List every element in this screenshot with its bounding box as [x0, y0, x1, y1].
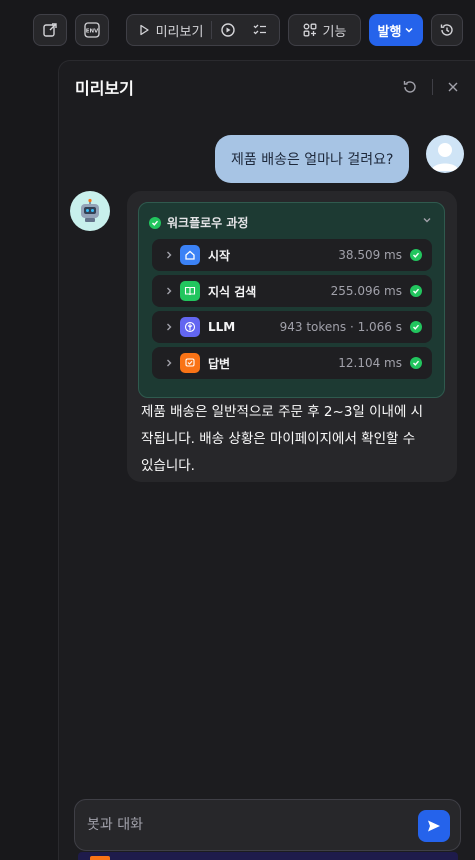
check-circle-icon: [410, 285, 422, 297]
check-circle-icon: [149, 216, 161, 229]
bot-answer-text: 제품 배송은 일반적으로 주문 후 2~3일 이내에 시 작됩니다. 배송 상황…: [141, 399, 441, 480]
answer-line: 제품 배송은 일반적으로 주문 후 2~3일 이내에 시: [141, 404, 424, 420]
workflow-step-knowledge-search[interactable]: 지식 검색 255.096 ms: [152, 275, 432, 307]
env-icon: ENV: [84, 22, 100, 38]
bot-avatar: [70, 191, 110, 231]
answer-icon: [180, 353, 200, 373]
send-icon: [428, 820, 440, 832]
preview-button[interactable]: 미리보기: [130, 15, 212, 45]
chevron-down-icon[interactable]: [422, 215, 432, 225]
chevron-right-icon: [167, 323, 172, 331]
step-metric: 38.509 ms: [338, 248, 402, 262]
tray-chip: [90, 856, 110, 860]
close-icon[interactable]: [447, 81, 459, 93]
features-label: 기능: [322, 24, 347, 40]
workflow-header[interactable]: 워크플로우 과정: [149, 214, 248, 231]
run-history-button[interactable]: [212, 15, 244, 45]
play-icon: [139, 24, 149, 36]
book-icon: [180, 281, 200, 301]
user-icon: [431, 143, 459, 171]
llm-icon: [180, 317, 200, 337]
answer-line: 있습니다.: [141, 458, 195, 474]
step-metric: 255.096 ms: [330, 284, 402, 298]
panel-title: 미리보기: [75, 79, 134, 98]
timer-play-icon: [221, 23, 236, 37]
run-tools-group: 미리보기: [126, 14, 280, 46]
divider: [432, 79, 433, 95]
step-name: 지식 검색: [208, 284, 257, 299]
env-button[interactable]: ENV: [75, 14, 109, 46]
bot-message: 워크플로우 과정 시작 38.509 ms 지식 검색 255.096 ms L…: [127, 191, 457, 482]
chevron-right-icon: [167, 359, 172, 367]
history-button[interactable]: [431, 14, 463, 46]
bottom-tray: [78, 852, 458, 860]
step-metric: 12.104 ms: [338, 356, 402, 370]
checklist-icon: [253, 24, 267, 35]
robot-icon: [81, 198, 99, 222]
workflow-process-panel: 워크플로우 과정 시작 38.509 ms 지식 검색 255.096 ms L…: [138, 202, 445, 398]
step-metric: 943 tokens · 1.066 s: [279, 320, 402, 334]
check-circle-icon: [410, 321, 422, 333]
publish-label: 발행: [377, 24, 402, 40]
open-in-new-icon-button[interactable]: [33, 14, 67, 46]
refresh-icon[interactable]: [402, 79, 418, 95]
workflow-step-start[interactable]: 시작 38.509 ms: [152, 239, 432, 271]
history-icon: [440, 24, 453, 36]
svg-text:ENV: ENV: [86, 29, 99, 35]
user-avatar: [426, 135, 464, 173]
features-button[interactable]: 기능: [288, 14, 361, 46]
workflow-step-llm[interactable]: LLM 943 tokens · 1.066 s: [152, 311, 432, 343]
step-name: 시작: [208, 248, 231, 263]
chevron-down-icon: [405, 27, 413, 33]
chevron-right-icon: [167, 287, 172, 295]
user-message: 제품 배송은 얼마나 걸려요?: [215, 135, 410, 183]
chat-input-box: [74, 799, 461, 851]
chevron-right-icon: [167, 251, 172, 259]
workflow-step-answer[interactable]: 답변 12.104 ms: [152, 347, 432, 379]
open-in-new-icon: [43, 23, 57, 37]
canvas-area: [0, 60, 58, 860]
answer-line: 작됩니다. 배송 상황은 마이페이지에서 확인할 수: [141, 431, 416, 447]
publish-button[interactable]: 발행: [369, 14, 423, 46]
chat-input[interactable]: [87, 800, 407, 850]
check-circle-icon: [410, 357, 422, 369]
check-circle-icon: [410, 249, 422, 261]
top-toolbar: ENV 미리보기 기능 발행: [0, 0, 475, 60]
workflow-title: 워크플로우 과정: [167, 216, 249, 230]
panel-actions: [402, 79, 459, 95]
step-name: LLM: [208, 320, 236, 334]
home-icon: [180, 245, 200, 265]
step-name: 답변: [208, 356, 231, 371]
send-button[interactable]: [418, 810, 450, 842]
preview-label: 미리보기: [155, 24, 204, 40]
user-message-text: 제품 배송은 얼마나 걸려요?: [231, 152, 394, 168]
checklist-button[interactable]: [244, 15, 276, 45]
features-icon: [303, 23, 316, 37]
